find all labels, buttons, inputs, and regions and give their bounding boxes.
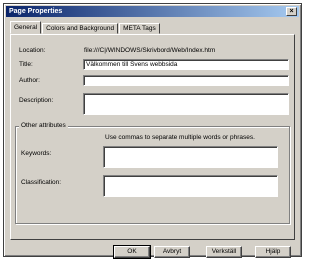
keywords-field[interactable] bbox=[103, 146, 278, 168]
ok-button[interactable]: OK bbox=[113, 245, 151, 259]
tab-bar: General Colors and Background META Tags bbox=[10, 21, 161, 34]
tab-meta-tags[interactable]: META Tags bbox=[119, 23, 160, 34]
author-field[interactable] bbox=[83, 75, 289, 86]
tab-colors-and-background[interactable]: Colors and Background bbox=[42, 23, 119, 34]
classification-label: Classification: bbox=[21, 179, 62, 186]
location-value: file:///C|/WINDOWS/Skrivbord/Web/Index.h… bbox=[84, 47, 216, 54]
other-attributes-legend: Other attributes bbox=[19, 122, 68, 129]
page-properties-dialog: Page Properties × General Colors and Bac… bbox=[3, 3, 302, 259]
title-bar: Page Properties × bbox=[6, 6, 299, 17]
apply-button[interactable]: Verkställ bbox=[206, 246, 242, 258]
keywords-label: Keywords: bbox=[21, 150, 52, 157]
description-label: Description: bbox=[19, 97, 54, 104]
author-label: Author: bbox=[19, 77, 40, 84]
cancel-button[interactable]: Avbryt bbox=[154, 246, 190, 258]
description-field[interactable] bbox=[83, 93, 289, 115]
help-button[interactable]: Hjälp bbox=[255, 246, 291, 258]
title-label: Title: bbox=[19, 61, 33, 68]
tab-general[interactable]: General bbox=[10, 21, 42, 34]
keywords-hint: Use commas to separate multiple words or… bbox=[105, 134, 255, 141]
title-field[interactable] bbox=[83, 59, 289, 70]
location-label: Location: bbox=[19, 47, 46, 54]
window-title: Page Properties bbox=[9, 8, 63, 15]
close-icon[interactable]: × bbox=[286, 7, 297, 16]
general-panel: Location: file:///C|/WINDOWS/Skrivbord/W… bbox=[10, 34, 295, 240]
classification-field[interactable] bbox=[103, 175, 278, 197]
